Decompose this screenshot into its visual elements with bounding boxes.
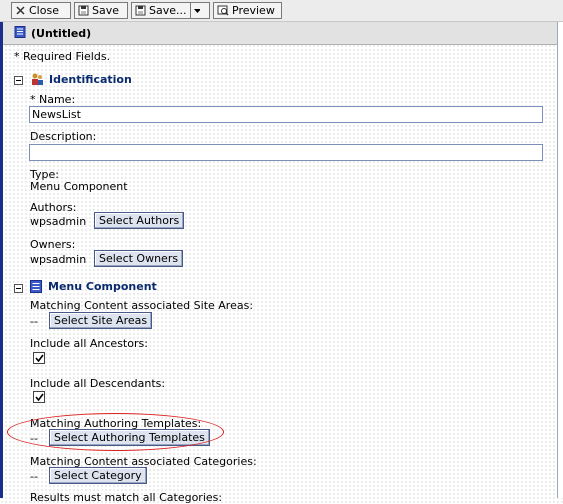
frame-right-border <box>557 22 563 498</box>
select-category-button[interactable]: Select Category <box>49 467 147 484</box>
preview-button[interactable]: Preview <box>213 2 282 19</box>
select-site-areas-button[interactable]: Select Site Areas <box>49 312 153 329</box>
site-areas-value: -- <box>30 315 38 328</box>
authors-value: wpsadmin <box>30 215 87 228</box>
document-titlebar: (Untitled) <box>3 22 557 45</box>
include-descendants-label: Include all Descendants: <box>30 377 166 390</box>
name-input[interactable] <box>29 106 543 123</box>
select-authors-button[interactable]: Select Authors <box>94 212 185 229</box>
close-button[interactable]: Close <box>11 2 71 19</box>
close-icon <box>16 6 25 15</box>
owners-value: wpsadmin <box>30 253 87 266</box>
owners-label: Owners: <box>30 238 76 251</box>
menu-component-heading-label: Menu Component <box>48 280 157 293</box>
save-button[interactable]: Save <box>74 2 128 19</box>
chevron-down-icon[interactable] <box>189 3 203 18</box>
checkmark-icon <box>35 393 44 402</box>
name-label: * Name: <box>30 93 76 106</box>
collapse-identification-icon[interactable] <box>14 76 23 85</box>
save-as-button[interactable]: Save... <box>131 2 210 19</box>
include-ancestors-checkbox[interactable] <box>33 352 45 364</box>
categories-value: -- <box>30 470 38 483</box>
description-input[interactable] <box>29 144 543 161</box>
select-owners-button[interactable]: Select Owners <box>94 250 184 267</box>
description-label: Description: <box>30 130 97 143</box>
collapse-menu-component-icon[interactable] <box>14 284 23 293</box>
preview-icon <box>217 5 229 16</box>
include-descendants-checkbox[interactable] <box>33 391 45 403</box>
menu-component-icon <box>30 280 42 293</box>
document-icon <box>14 25 26 41</box>
highlight-ellipse <box>7 413 224 451</box>
save-as-button-label: Save... <box>149 4 187 17</box>
frame-left-border <box>0 22 3 498</box>
checkmark-icon <box>35 354 44 363</box>
identification-heading-label: Identification <box>49 72 132 86</box>
identification-section-heading: Identification <box>30 72 132 86</box>
required-fields-note: * Required Fields. <box>14 50 111 63</box>
save-as-icon <box>135 5 146 16</box>
menu-component-section-heading: Menu Component <box>30 280 157 293</box>
close-button-label: Close <box>29 4 59 17</box>
site-areas-label: Matching Content associated Site Areas: <box>30 299 254 312</box>
type-value: Menu Component <box>30 180 128 193</box>
save-icon <box>78 5 89 16</box>
document-title: (Untitled) <box>31 26 92 40</box>
identification-icon <box>32 73 43 85</box>
preview-button-label: Preview <box>232 4 275 17</box>
toolbar: Close Save Save... Preview <box>0 0 563 22</box>
include-ancestors-label: Include all Ancestors: <box>30 337 148 350</box>
authors-label: Authors: <box>30 201 77 214</box>
save-button-label: Save <box>92 4 120 17</box>
